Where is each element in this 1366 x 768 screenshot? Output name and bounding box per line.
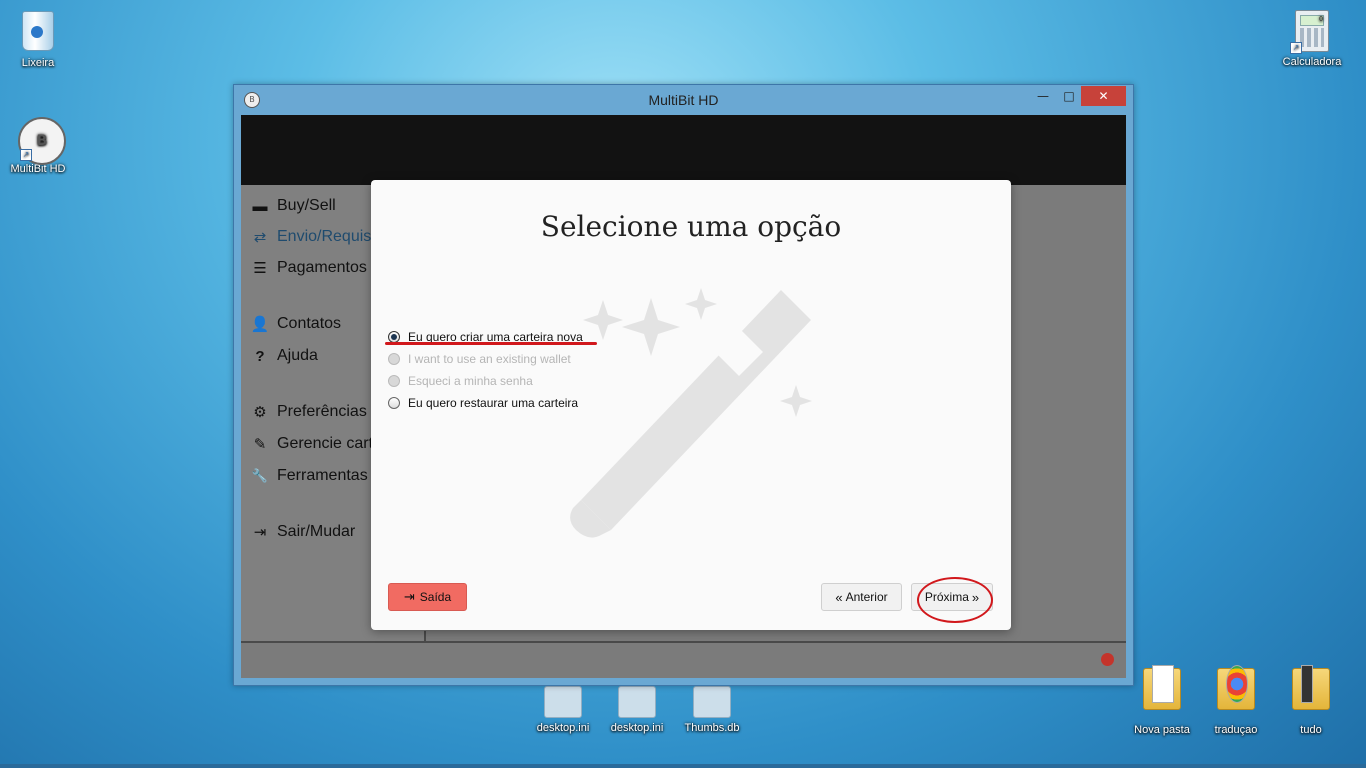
desktop-icon-traducao[interactable]: traduçao (1198, 660, 1274, 737)
user-icon: 👤 (250, 316, 270, 333)
shortcut-arrow-icon: ↗ (20, 149, 32, 161)
sidebar-item-label: Contatos (277, 315, 342, 332)
sign-out-icon: ⇥ (403, 589, 415, 604)
option-label: Eu quero restaurar uma carteira (408, 396, 579, 410)
desktop-icon-calculator[interactable]: 0 ↗ Calculadora (1274, 8, 1350, 69)
desktop-icon-multibit[interactable]: B ↗ MultiBit HD (0, 117, 76, 176)
sidebar-item-help[interactable]: ? Ajuda (250, 347, 318, 365)
desktop-icon-desktop-ini-2[interactable]: desktop.ini (599, 680, 675, 735)
sidebar-item-label: Pagamentos (277, 259, 367, 276)
previous-button-label: Anterior (845, 590, 888, 604)
question-icon: ? (255, 347, 265, 365)
desktop-icon-desktop-ini-1[interactable]: desktop.ini (525, 680, 601, 735)
magic-wand-icon (570, 288, 812, 538)
sidebar-item-label: Gerencie cart (277, 435, 374, 452)
option-restore-wallet[interactable]: Eu quero restaurar uma carteira (388, 396, 578, 410)
sign-out-icon: ⇥ (253, 524, 267, 541)
list-icon: ☰ (253, 260, 267, 277)
recycle-bin-icon (18, 11, 58, 55)
wizard-dialog: Selecione uma opção Eu quero criar uma c… (371, 180, 1011, 630)
window-title: MultiBit HD (648, 92, 719, 108)
exit-button[interactable]: ⇥ Saída (388, 583, 467, 611)
folder-icon (1142, 665, 1182, 722)
settings-file-icon (617, 686, 657, 720)
sidebar-item-send-request[interactable]: ⇄ Envio/Requisi (250, 228, 375, 246)
window-titlebar[interactable]: B MultiBit HD — □ ✕ (234, 85, 1133, 115)
sidebar-item-exit-switch[interactable]: ⇥ Sair/Mudar (250, 523, 356, 541)
close-button[interactable]: ✕ (1081, 86, 1126, 106)
credit-card-icon: ▬ (252, 197, 268, 215)
annotation-circle (917, 577, 993, 623)
sidebar-item-label: Ajuda (277, 347, 318, 364)
option-label: Esqueci a minha senha (408, 374, 533, 388)
maximize-button[interactable]: □ (1056, 86, 1082, 106)
sidebar-item-label: Preferências (277, 403, 367, 420)
dialog-title: Selecione uma opção (540, 210, 842, 243)
minimize-button[interactable]: — (1030, 86, 1056, 106)
sidebar-item-label: Ferramentas (277, 467, 368, 484)
sidebar-item-payments[interactable]: ☰ Pagamentos (250, 259, 367, 277)
sidebar-item-preferences[interactable]: ⚙ Preferências (250, 403, 367, 421)
exit-button-label: Saída (419, 590, 452, 604)
database-file-icon (692, 686, 732, 720)
option-label: I want to use an existing wallet (408, 352, 571, 366)
option-forgot-password: Esqueci a minha senha (388, 374, 533, 388)
sidebar-item-label: Buy/Sell (277, 197, 336, 214)
sidebar-item-tools[interactable]: 🔧 Ferramentas (250, 467, 368, 485)
multibit-hd-icon: B ↗ (18, 117, 66, 165)
settings-file-icon (543, 686, 583, 720)
taskbar-edge (0, 764, 1366, 768)
header-band (241, 115, 1126, 185)
previous-button[interactable]: « Anterior (821, 583, 902, 611)
option-existing-wallet: I want to use an existing wallet (388, 352, 571, 366)
sidebar-item-manage-wallet[interactable]: ✎ Gerencie cart (250, 435, 373, 453)
annotation-underline (385, 342, 597, 345)
desktop-icon-thumbs-db[interactable]: Thumbs.db (674, 680, 750, 735)
shortcut-arrow-icon: ↗ (1290, 42, 1302, 54)
chrome-folder-icon (1216, 665, 1256, 722)
gears-icon: ⚙ (253, 404, 267, 421)
double-chevron-left-icon: « (835, 589, 843, 605)
calculator-icon: 0 ↗ (1290, 10, 1332, 54)
radio-disabled-icon (388, 375, 400, 387)
exchange-icon: ⇄ (253, 229, 267, 246)
desktop-icon-nova-pasta[interactable]: Nova pasta (1124, 660, 1200, 737)
sidebar-item-contacts[interactable]: 👤 Contatos (250, 315, 341, 333)
edit-icon: ✎ (253, 436, 267, 453)
sidebar-item-label: Envio/Requisi (277, 228, 375, 245)
desktop-icon-recycle-bin[interactable]: Lixeira (0, 8, 76, 70)
status-bar (241, 643, 1126, 678)
sidebar-item-label: Sair/Mudar (277, 523, 356, 540)
sidebar-item-buy-sell[interactable]: ▬ Buy/Sell (250, 197, 336, 215)
wrench-icon: 🔧 (251, 468, 269, 483)
radio-unselected-icon[interactable] (388, 397, 400, 409)
panel-divider[interactable] (424, 631, 426, 641)
folder-icon (1291, 665, 1331, 722)
desktop-icon-tudo[interactable]: tudo (1273, 660, 1349, 737)
status-indicator-icon (1101, 653, 1114, 666)
radio-disabled-icon (388, 353, 400, 365)
